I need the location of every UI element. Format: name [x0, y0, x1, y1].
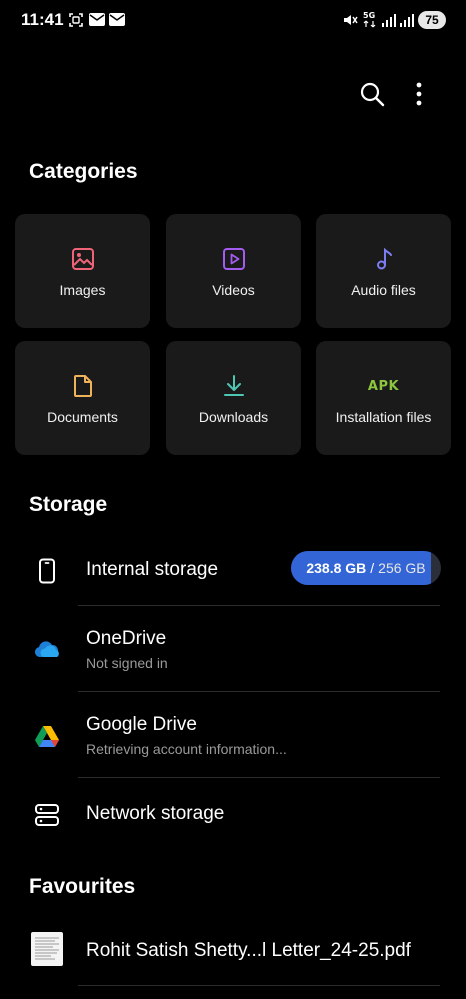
- mail-icon: [89, 13, 105, 31]
- category-label: Documents: [47, 409, 118, 425]
- network-storage-icon: [30, 798, 64, 832]
- pdf-thumbnail-icon: [31, 932, 63, 966]
- more-options-icon: [416, 82, 422, 106]
- google-drive-icon: [30, 719, 64, 753]
- status-bar: 11:41 5G 75: [0, 0, 466, 40]
- storage-used: 238.8 GB: [306, 560, 367, 576]
- storage-total: 256 GB: [378, 560, 426, 576]
- document-icon: [70, 373, 96, 399]
- apk-icon: APK: [367, 378, 400, 394]
- google-drive-label: Google Drive: [86, 714, 197, 735]
- storage-separator: /: [370, 560, 375, 576]
- search-button[interactable]: [358, 80, 386, 108]
- category-label: Images: [59, 282, 106, 298]
- google-drive-row[interactable]: Google Drive Retrieving account informat…: [0, 692, 466, 777]
- image-icon: [70, 246, 96, 272]
- video-icon: [221, 246, 247, 272]
- download-icon: [221, 373, 247, 399]
- network-storage-label: Network storage: [86, 803, 225, 824]
- onedrive-label: OneDrive: [86, 628, 167, 649]
- favourite-item[interactable]: Rohit Satish Shetty...l Letter_24-25.pdf: [0, 918, 466, 984]
- storage-heading: Storage: [29, 493, 108, 516]
- mute-icon: [342, 12, 358, 33]
- music-note-icon: [371, 246, 397, 272]
- categories-heading: Categories: [29, 160, 138, 183]
- phone-icon: [30, 554, 64, 588]
- category-videos[interactable]: Videos: [166, 214, 301, 328]
- more-options-button[interactable]: [405, 80, 433, 108]
- search-icon: [360, 82, 385, 107]
- signal-icon: [399, 12, 415, 33]
- network-storage-row[interactable]: Network storage: [0, 778, 466, 848]
- divider: [78, 985, 440, 986]
- my-files-screen: 11:41 5G 75 Categories Images Videos Aud…: [0, 0, 466, 999]
- battery-indicator: 75: [418, 11, 446, 29]
- category-label: Videos: [212, 282, 255, 298]
- google-drive-status: Retrieving account information...: [86, 741, 287, 757]
- svg-text:5G: 5G: [363, 11, 375, 20]
- category-label: Downloads: [198, 409, 269, 425]
- category-audio-files[interactable]: Audio files: [316, 214, 451, 328]
- category-documents[interactable]: Documents: [15, 341, 150, 455]
- storage-usage-pill: 238.8 GB / 256 GB: [291, 551, 441, 585]
- onedrive-icon: [30, 632, 64, 666]
- category-downloads[interactable]: Downloads: [166, 341, 301, 455]
- category-label: Installation files: [335, 409, 432, 425]
- onedrive-status: Not signed in: [86, 655, 168, 671]
- category-label: Audio files: [351, 282, 416, 298]
- status-time: 11:41: [21, 10, 64, 29]
- category-images[interactable]: Images: [15, 214, 150, 328]
- mail-icon: [109, 13, 125, 31]
- 5g-icon: 5G: [362, 10, 378, 33]
- favourite-file-name: Rohit Satish Shetty...l Letter_24-25.pdf: [86, 940, 411, 961]
- onedrive-row[interactable]: OneDrive Not signed in: [0, 606, 466, 691]
- signal-icon: [381, 12, 397, 33]
- favourites-heading: Favourites: [29, 875, 136, 898]
- internal-storage-label: Internal storage: [86, 559, 219, 580]
- category-installation-files[interactable]: APK Installation files: [316, 341, 451, 455]
- screenshot-icon: [68, 12, 84, 33]
